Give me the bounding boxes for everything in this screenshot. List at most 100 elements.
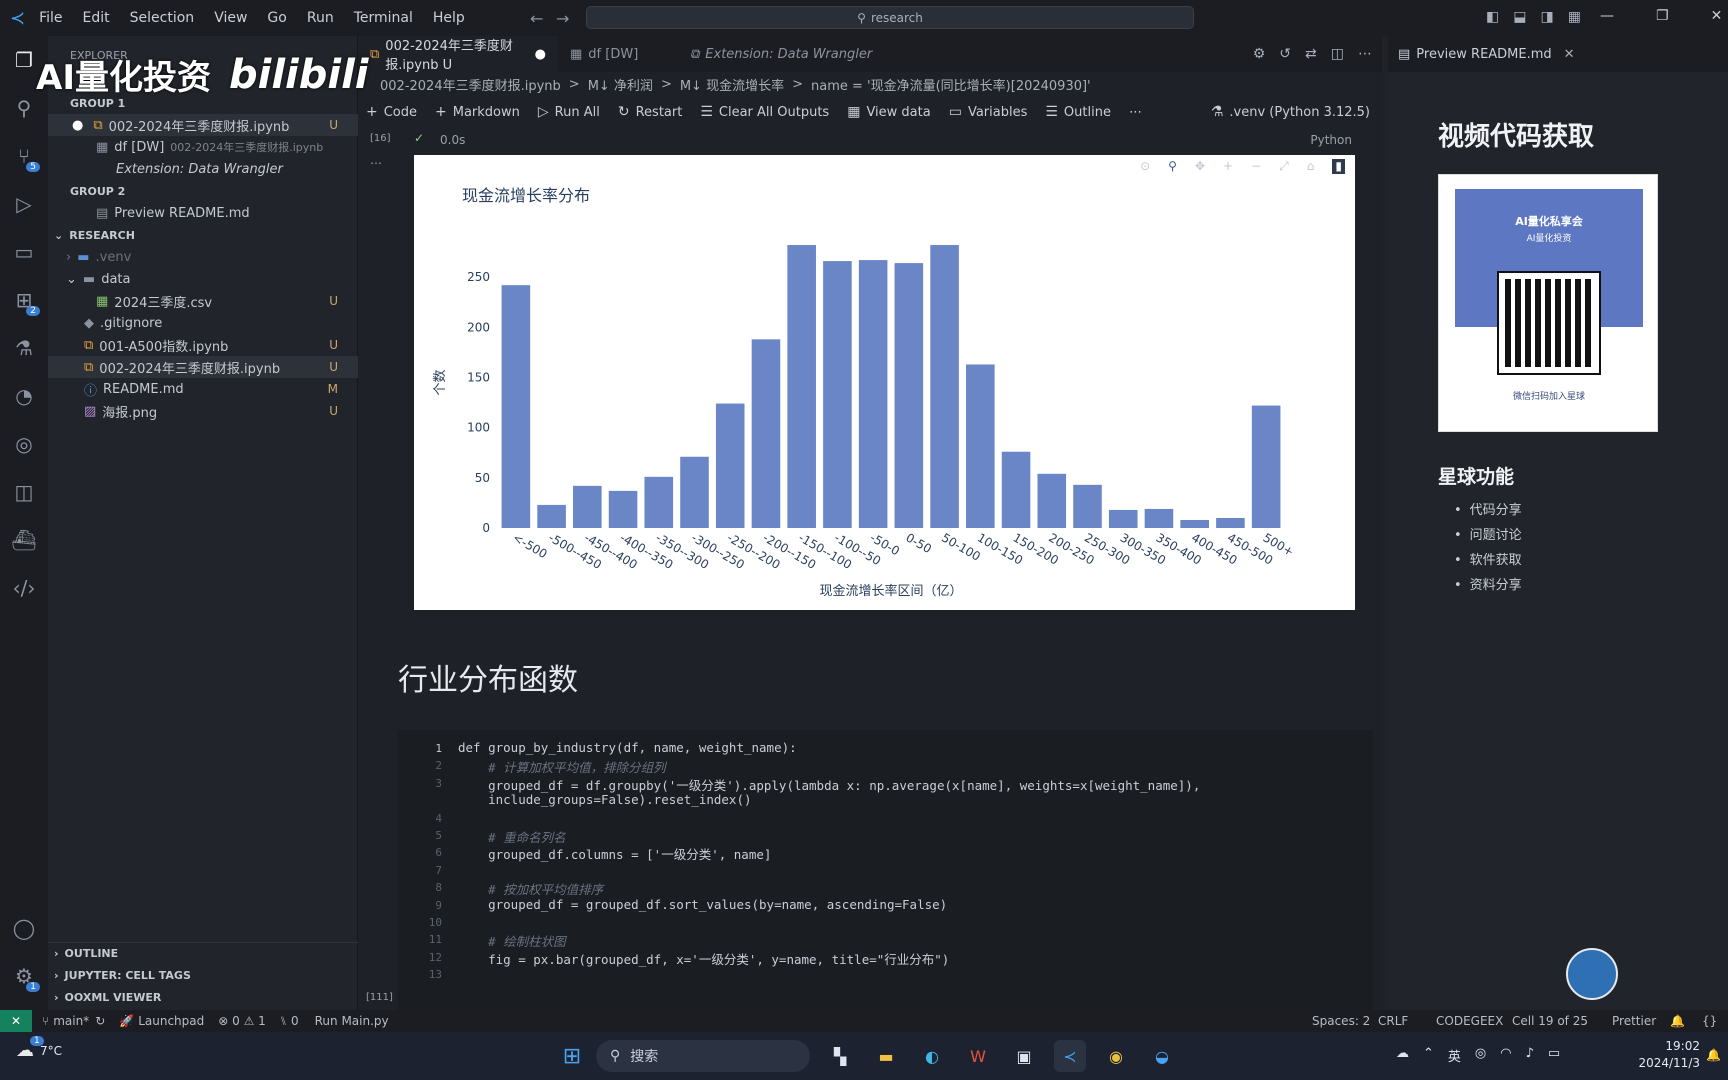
preview-tab[interactable]: ▤ Preview README.md ✕ xyxy=(1388,36,1728,72)
cell-tags-section[interactable]: › JUPYTER: CELL TAGS xyxy=(48,964,358,986)
add-markdown-button[interactable]: + Markdown xyxy=(435,104,520,120)
tab-notebook[interactable]: ⧉ 002-2024年三季度财报.ipynb U ● xyxy=(358,36,558,73)
launchpad-button[interactable]: Launchpad xyxy=(138,1014,204,1028)
sync-icon[interactable]: ↻ xyxy=(95,1014,105,1028)
forward-icon[interactable]: → xyxy=(556,9,569,28)
back-icon[interactable]: ← xyxy=(530,9,543,28)
tree-item-poster[interactable]: ▨ 海报.png U xyxy=(48,400,358,422)
tab-dataframe[interactable]: ▦ df [DW] xyxy=(558,36,678,72)
add-code-button[interactable]: + Code xyxy=(366,104,417,120)
toggle-sidebar-icon[interactable]: ◧ xyxy=(1486,9,1499,25)
research-folder-header[interactable]: ⌄ RESEARCH xyxy=(48,224,358,246)
breadcrumb-segment[interactable]: M↓ 净利润 xyxy=(588,75,653,94)
wifi-icon[interactable]: ◠ xyxy=(1500,1046,1511,1065)
split-editor-icon[interactable]: ◫ xyxy=(1331,46,1344,62)
autoscale-icon[interactable]: ⤢ xyxy=(1279,159,1289,174)
run-debug-icon[interactable]: ▷ xyxy=(8,188,40,220)
view-data-button[interactable]: ▦ View data xyxy=(847,104,931,120)
kernel-picker[interactable]: ⚗ .venv (Python 3.12.5) xyxy=(1211,104,1370,120)
zoom-in-icon[interactable]: + xyxy=(1223,159,1233,174)
ooxml-section[interactable]: › OOXML VIEWER xyxy=(48,986,358,1008)
volume-icon[interactable]: ♪ xyxy=(1526,1046,1534,1065)
cell-language[interactable]: Python xyxy=(1310,133,1352,147)
account-icon[interactable]: ◯ xyxy=(8,912,40,944)
weather-widget[interactable]: ☁ 7°C 1 xyxy=(16,1036,62,1061)
cell-position[interactable]: Cell 19 of 25 xyxy=(1512,1014,1588,1028)
variables-button[interactable]: ▭ Variables xyxy=(949,104,1028,120)
restart-button[interactable]: ↻ Restart xyxy=(618,104,682,120)
camera-icon[interactable]: ⊙ xyxy=(1140,159,1150,174)
customize-layout-icon[interactable]: ▦ xyxy=(1568,9,1581,25)
start-icon[interactable]: ⊞ xyxy=(556,1040,588,1072)
edge-icon[interactable]: ◐ xyxy=(916,1040,948,1072)
wps-icon[interactable]: W xyxy=(962,1040,994,1072)
menu-item-go[interactable]: Go xyxy=(267,10,286,26)
indentation-status[interactable]: Spaces: 2 xyxy=(1312,1014,1370,1028)
output-more-icon[interactable]: ⋯ xyxy=(370,156,382,170)
breadcrumb-segment[interactable]: name = '现金净流量(同比增长率)[20240930]' xyxy=(811,75,1091,94)
copilot-icon[interactable]: ◎ xyxy=(8,428,40,460)
gear-icon[interactable]: ⚙ xyxy=(1253,46,1266,62)
zoom-out-icon[interactable]: − xyxy=(1251,159,1261,174)
file-explorer-icon[interactable]: ▬ xyxy=(870,1040,902,1072)
close-icon[interactable]: ✕ xyxy=(1564,47,1575,62)
compare-icon[interactable]: ⇄ xyxy=(1305,46,1317,62)
open-editor-notebook[interactable]: ● ⧉ 002-2024年三季度财报.ipynb U xyxy=(48,114,358,136)
outline-section[interactable]: › OUTLINE xyxy=(48,942,358,964)
run-main-button[interactable]: Run Main.py xyxy=(315,1014,389,1028)
more-toolbar-icon[interactable]: ⋯ xyxy=(1129,105,1142,120)
task-view-icon[interactable]: ▚ xyxy=(824,1040,856,1072)
plotly-logo-icon[interactable]: ▮ xyxy=(1332,159,1345,174)
tree-item-readme[interactable]: ⓘ README.md M xyxy=(48,378,358,400)
unsaved-dot-icon[interactable]: ● xyxy=(535,47,546,62)
menu-item-selection[interactable]: Selection xyxy=(130,10,195,26)
source-control-icon[interactable]: ⑂ 5 xyxy=(8,140,40,172)
minimize-icon[interactable]: — xyxy=(1600,8,1614,24)
run-all-button[interactable]: ▷ Run All xyxy=(538,104,600,120)
extensions-icon[interactable]: ⊞ 2 xyxy=(8,284,40,316)
jupyter-icon[interactable]: ◫ xyxy=(8,476,40,508)
menu-item-help[interactable]: Help xyxy=(433,10,465,26)
menu-item-terminal[interactable]: Terminal xyxy=(354,10,413,26)
tree-item-gitignore[interactable]: ◆ .gitignore xyxy=(48,312,358,334)
tree-item-a500[interactable]: ⧉ 001-A500指数.ipynb U xyxy=(48,334,358,356)
clock[interactable]: 19:02 2024/11/3 xyxy=(1630,1038,1700,1072)
branch-name[interactable]: main* xyxy=(53,1014,89,1028)
tree-item-data[interactable]: ⌄ ▬ data xyxy=(48,268,358,290)
zoom-icon[interactable]: ⚲ xyxy=(1168,159,1177,174)
ports-count[interactable]: 0 xyxy=(291,1014,299,1028)
menu-item-view[interactable]: View xyxy=(214,10,247,26)
prettier-status[interactable]: Prettier xyxy=(1612,1014,1656,1028)
remote-icon[interactable]: ✕ xyxy=(0,1010,32,1032)
close-icon[interactable]: ✕ xyxy=(1711,8,1723,24)
eol-status[interactable]: CRLF xyxy=(1378,1014,1408,1028)
browser-icon[interactable]: ◒ xyxy=(1146,1040,1178,1072)
clear-outputs-button[interactable]: ☰ Clear All Outputs xyxy=(700,104,829,120)
ime-indicator[interactable]: 英 xyxy=(1448,1046,1461,1065)
more-actions-icon[interactable]: ⋯ xyxy=(1358,46,1372,62)
chrome-icon[interactable]: ◉ xyxy=(1100,1040,1132,1072)
open-editor-dataframe[interactable]: ▦ df [DW] 002-2024年三季度财报.ipynb xyxy=(48,136,358,158)
notifications-icon[interactable]: 🔔 xyxy=(1670,1014,1685,1028)
menu-item-edit[interactable]: Edit xyxy=(83,10,110,26)
bell-icon[interactable]: 🔔 xyxy=(1706,1048,1721,1062)
pan-icon[interactable]: ✥ xyxy=(1195,159,1205,174)
toggle-secondary-sidebar-icon[interactable]: ◨ xyxy=(1540,9,1553,25)
breadcrumb-segment[interactable]: M↓ 现金流增长率 xyxy=(680,75,784,94)
history-icon[interactable]: ↺ xyxy=(1279,46,1291,62)
code-cell[interactable]: 1 def group_by_industry(df, name, weight_… xyxy=(398,730,1373,1010)
app-icon[interactable]: ▣ xyxy=(1008,1040,1040,1072)
avatar[interactable] xyxy=(1566,948,1618,1000)
menu-item-run[interactable]: Run xyxy=(307,10,334,26)
remote-explorer-icon[interactable]: ▭ xyxy=(8,236,40,268)
copilot-tray-icon[interactable]: ◎ xyxy=(1475,1046,1486,1065)
taskbar-search[interactable]: ⚲ 搜索 xyxy=(596,1040,810,1072)
codegeex-icon[interactable]: ‹/› xyxy=(8,572,40,604)
menu-item-file[interactable]: File xyxy=(39,10,62,26)
tree-item-csv[interactable]: ▦ 2024三季度.csv U xyxy=(48,290,358,312)
chevron-up-icon[interactable]: ⌃ xyxy=(1423,1046,1434,1065)
breadcrumb-segment[interactable]: 002-2024年三季度财报.ipynb xyxy=(380,75,561,94)
codegeex-status[interactable]: CODEGEEX xyxy=(1436,1014,1503,1028)
group2-header[interactable]: GROUP 2 xyxy=(48,180,358,202)
timeline-icon[interactable]: ◔ xyxy=(8,380,40,412)
